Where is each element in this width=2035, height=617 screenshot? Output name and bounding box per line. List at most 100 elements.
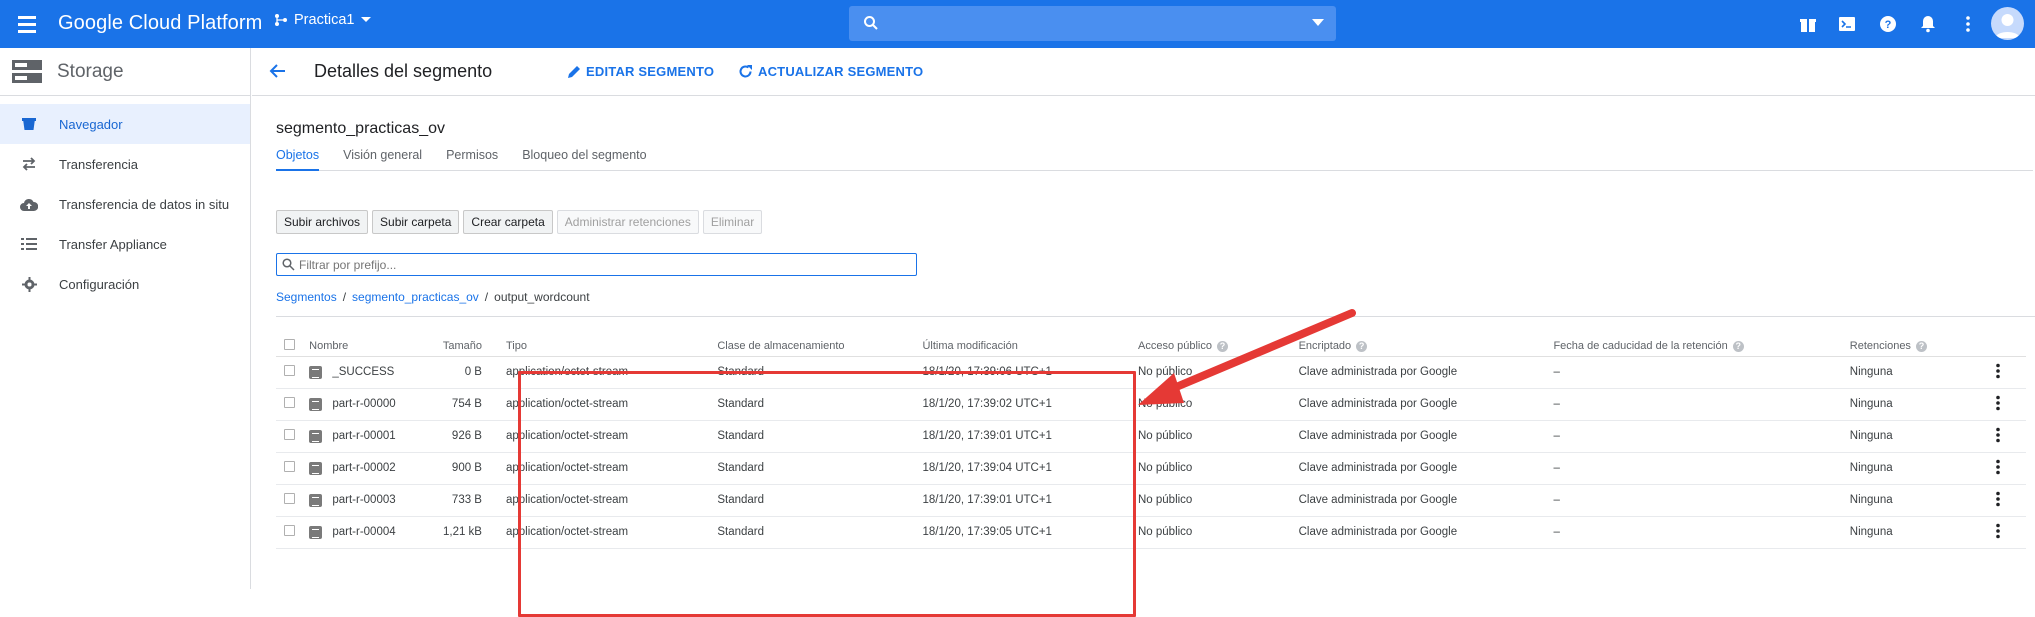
table-row[interactable]: _SUCCESS 0 Bapplication/octet-stream Stand…: [276, 356, 2026, 389]
edit-bucket-button[interactable]: EDITAR SEGMENTO: [567, 64, 714, 79]
object-encryption: Clave administrada por Google: [1298, 388, 1554, 421]
row-checkbox[interactable]: [284, 429, 295, 440]
object-name-link[interactable]: part-r-00003: [332, 494, 395, 506]
col-tipo[interactable]: Tipo: [505, 336, 718, 357]
delete-button[interactable]: Eliminar: [702, 210, 763, 234]
tab-bloqueo[interactable]: Bloqueo del segmento: [522, 148, 646, 171]
help-icon[interactable]: ?: [1356, 340, 1368, 352]
object-encryption: Clave administrada por Google: [1298, 516, 1554, 549]
search-bar[interactable]: [849, 6, 1336, 41]
object-name-link[interactable]: _SUCCESS: [332, 366, 394, 378]
more-vert-icon[interactable]: [1995, 427, 2001, 443]
table-row[interactable]: part-r-00000 754 Bapplication/octet-strea…: [276, 388, 2026, 421]
brand-logo[interactable]: Google Cloud Platform: [58, 12, 262, 35]
object-type: application/octet-stream: [505, 516, 718, 549]
sidebar-item-transferencia-in-situ[interactable]: Transferencia de datos in situ: [0, 184, 250, 224]
object-public-access: No público: [1137, 452, 1299, 485]
manage-retention-button[interactable]: Administrar retenciones: [556, 210, 699, 234]
search-icon: [864, 16, 878, 30]
table-row[interactable]: part-r-00002 900 Bapplication/octet-strea…: [276, 452, 2026, 485]
col-caducidad[interactable]: Fecha de caducidad de la retención?: [1553, 336, 1850, 357]
file-icon: [309, 429, 323, 443]
cloud-shell-icon[interactable]: [1836, 13, 1858, 35]
file-icon: [309, 525, 323, 539]
project-selector[interactable]: Practica1: [274, 12, 372, 28]
menu-icon[interactable]: [16, 13, 40, 35]
row-checkbox[interactable]: [284, 397, 295, 408]
object-storage-class: Standard: [717, 452, 923, 485]
object-type: application/octet-stream: [505, 356, 718, 389]
avatar[interactable]: [1991, 7, 2024, 40]
chevron-down-icon: [361, 17, 372, 22]
sidebar-item-configuracion[interactable]: Configuración: [0, 264, 250, 304]
row-checkbox[interactable]: [284, 493, 295, 504]
more-vert-icon[interactable]: [1995, 395, 2001, 411]
object-name-link[interactable]: part-r-00000: [332, 398, 395, 410]
help-icon[interactable]: ?: [1877, 13, 1899, 35]
edit-bucket-label: EDITAR SEGMENTO: [586, 64, 715, 79]
object-type: application/octet-stream: [505, 420, 718, 453]
object-holds: Ninguna: [1849, 484, 1995, 517]
help-icon[interactable]: ?: [1732, 340, 1744, 352]
upload-folder-button[interactable]: Subir carpeta: [372, 210, 460, 234]
sidebar-title: Storage: [57, 60, 124, 82]
tab-vision-general[interactable]: Visión general: [343, 148, 422, 171]
object-name-link[interactable]: part-r-00002: [332, 462, 395, 474]
breadcrumb-bucket[interactable]: segmento_practicas_ov: [352, 290, 479, 304]
tab-permisos[interactable]: Permisos: [446, 148, 498, 171]
file-icon: [309, 493, 323, 507]
select-all-checkbox[interactable]: [284, 338, 295, 350]
breadcrumb: Segmentos / segmento_practicas_ov / outp…: [276, 290, 590, 304]
help-icon[interactable]: ?: [1216, 340, 1228, 352]
sidebar-item-transferencia[interactable]: Transferencia: [0, 144, 250, 184]
object-type: application/octet-stream: [505, 484, 718, 517]
object-encryption: Clave administrada por Google: [1298, 420, 1554, 453]
notifications-icon[interactable]: [1917, 13, 1939, 35]
sidebar-item-transfer-appliance[interactable]: Transfer Appliance: [0, 224, 250, 264]
gift-icon[interactable]: [1797, 13, 1819, 35]
col-encriptado[interactable]: Encriptado?: [1298, 336, 1554, 357]
project-name: Practica1: [294, 12, 355, 28]
more-vert-icon[interactable]: [1995, 363, 2001, 379]
breadcrumb-current: output_wordcount: [494, 290, 590, 304]
object-public-access: No público: [1137, 420, 1299, 453]
tab-objetos[interactable]: Objetos: [276, 148, 320, 171]
col-acceso[interactable]: Acceso público?: [1137, 336, 1299, 357]
refresh-bucket-button[interactable]: ACTUALIZAR SEGMENTO: [738, 64, 923, 79]
col-modificacion[interactable]: Última modificación: [922, 336, 1138, 357]
col-retenciones[interactable]: Retenciones?: [1849, 336, 1995, 357]
create-folder-button[interactable]: Crear carpeta: [463, 210, 553, 234]
help-icon[interactable]: ?: [1915, 340, 1927, 352]
col-clase[interactable]: Clase de almacenamiento: [717, 336, 923, 357]
object-storage-class: Standard: [717, 516, 923, 549]
row-checkbox[interactable]: [284, 461, 295, 472]
table-row[interactable]: part-r-00004 1,21 kB application/octet-str…: [276, 516, 2026, 549]
col-tamano[interactable]: Tamaño: [433, 336, 506, 357]
table-row[interactable]: part-r-00003 733 Bapplication/octet-strea…: [276, 484, 2026, 517]
object-size: 926 B: [433, 420, 506, 453]
svg-text:?: ?: [1885, 19, 1892, 31]
table-row[interactable]: part-r-00001 926 Bapplication/octet-strea…: [276, 420, 2026, 453]
object-name-link[interactable]: part-r-00001: [332, 430, 395, 442]
breadcrumb-segmentos[interactable]: Segmentos: [276, 290, 337, 304]
search-dropdown-icon[interactable]: [1312, 19, 1324, 27]
more-vert-icon[interactable]: [1995, 459, 2001, 475]
upload-files-button[interactable]: Subir archivos: [276, 210, 369, 234]
more-vert-icon[interactable]: [1995, 491, 2001, 507]
col-nombre[interactable]: Nombre: [309, 336, 434, 357]
back-arrow-icon[interactable]: [268, 61, 288, 81]
prefix-filter-input[interactable]: [299, 256, 909, 273]
object-name-link[interactable]: part-r-00004: [332, 526, 395, 538]
list-icon: [21, 237, 37, 250]
row-checkbox[interactable]: [284, 525, 295, 536]
sidebar-header: Storage: [0, 48, 250, 96]
top-app-bar: Google Cloud Platform Practica1 ?: [0, 0, 2035, 48]
object-retention-expiry: –: [1553, 356, 1850, 389]
sidebar-item-navegador[interactable]: Navegador: [0, 104, 250, 144]
more-vert-icon[interactable]: [1995, 523, 2001, 539]
more-vert-icon[interactable]: [1957, 13, 1979, 35]
row-checkbox[interactable]: [284, 365, 295, 376]
object-size: 733 B: [433, 484, 506, 517]
object-modified: 18/1/20, 17:39:06 UTC+1: [922, 356, 1138, 389]
object-retention-expiry: –: [1553, 484, 1850, 517]
